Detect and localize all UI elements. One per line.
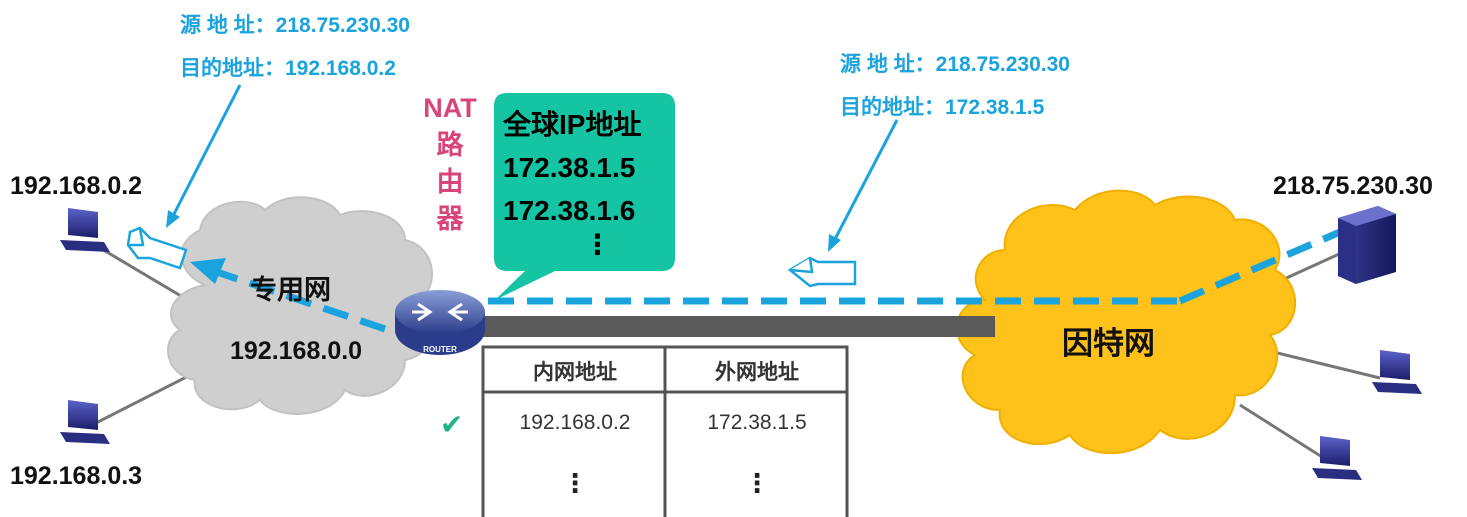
private-network-address: 192.168.0.0 <box>230 337 363 365</box>
router-device-text: ROUTER <box>423 345 457 354</box>
nat-router-label-char: 由 <box>436 167 464 197</box>
nat-router-label: NAT 路 由 器 <box>410 90 490 238</box>
host-a-address: 192.168.0.2 <box>10 172 143 200</box>
left-packet-src-label: 源 地 址： <box>180 14 276 37</box>
nat-table-cell-outer: 172.38.1.5 <box>707 411 807 434</box>
nat-router-label-char: 器 <box>436 204 464 234</box>
left-packet-dst-value: 192.168.0.2 <box>285 57 396 80</box>
pc-icon <box>1312 436 1362 480</box>
left-packet-src: 源 地 址：218.75.230.30 <box>180 9 410 39</box>
private-network-name: 专用网 <box>250 275 331 305</box>
host-b-address: 192.168.0.3 <box>10 462 143 490</box>
wan-link <box>440 316 995 337</box>
server-address: 218.75.230.30 <box>1273 172 1433 200</box>
nat-table-header-outer: 外网地址 <box>715 361 799 384</box>
packet-icon <box>126 226 188 270</box>
server-icon <box>1338 206 1396 284</box>
right-packet-src-value: 218.75.230.30 <box>935 53 1070 76</box>
right-packet-src-label: 源 地 址： <box>840 53 936 76</box>
global-ip-address: 172.38.1.5 <box>503 152 636 183</box>
global-ip-title: 全球IP地址 <box>503 109 642 140</box>
check-icon: ✔ <box>440 409 464 440</box>
nat-table-cell-inner: ⋮ <box>562 468 588 498</box>
nat-table-cell-outer: ⋮ <box>744 468 770 498</box>
right-packet-dst-label: 目的地址： <box>840 96 945 119</box>
pc-icon <box>1372 350 1422 394</box>
left-packet-dst: 目的地址：192.168.0.2 <box>180 52 396 82</box>
right-packet-dst-value: 172.38.1.5 <box>945 96 1045 119</box>
right-packet-dst: 目的地址：172.38.1.5 <box>840 91 1044 121</box>
global-ip-address: 172.38.1.6 <box>503 195 636 226</box>
pc-icon <box>60 208 110 252</box>
nat-table-header-inner: 内网地址 <box>533 361 617 384</box>
pc-icon <box>60 400 110 444</box>
nat-router-label-char: 路 <box>436 130 464 160</box>
nat-router-label-char: NAT <box>423 93 477 123</box>
internet-name: 因特网 <box>1062 326 1155 361</box>
packet-icon <box>787 256 857 288</box>
left-packet-dst-label: 目的地址： <box>180 57 285 80</box>
global-ip-list: 全球IP地址 172.38.1.5 172.38.1.6 ⋮ <box>503 103 642 260</box>
global-ip-ellipsis: ⋮ <box>583 229 612 260</box>
router-icon: ROUTER <box>395 290 485 355</box>
nat-table-cell-inner: 192.168.0.2 <box>519 411 631 434</box>
right-packet-src: 源 地 址：218.75.230.30 <box>840 48 1070 78</box>
left-packet-src-value: 218.75.230.30 <box>275 14 410 37</box>
